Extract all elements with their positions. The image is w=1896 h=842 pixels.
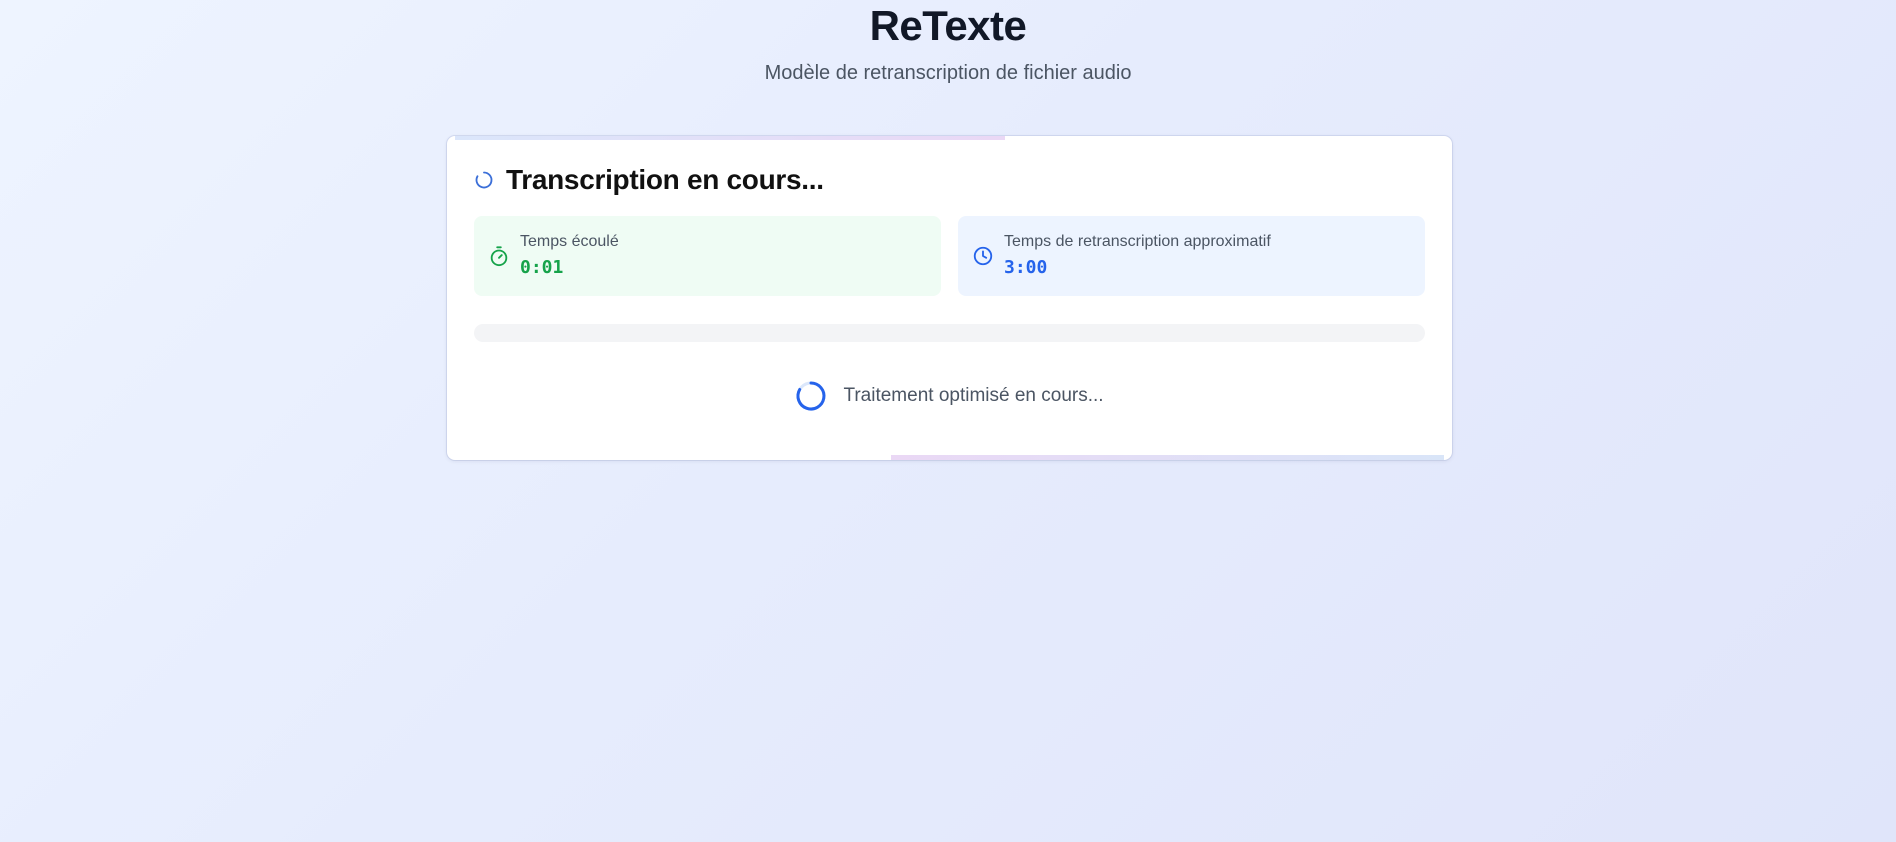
- card-accent-top: [455, 136, 1005, 140]
- clock-icon: [973, 246, 993, 266]
- app-subtitle: Modèle de retranscription de fichier aud…: [764, 62, 1132, 84]
- stopwatch-icon: [490, 246, 508, 267]
- processing-text: Traitement optimisé en cours...: [843, 385, 1104, 406]
- elapsed-time-panel: Temps écoulé 0:01: [474, 216, 941, 296]
- spinner-icon: [796, 381, 826, 411]
- elapsed-time-value: 0:01: [520, 256, 564, 278]
- app-title: ReTexte: [869, 2, 1027, 49]
- processing-status: Traitement optimisé en cours...: [447, 380, 1452, 412]
- estimated-time-label: Temps de retranscription approximatif: [1004, 232, 1271, 250]
- estimated-time-value: 3:00: [1004, 256, 1048, 278]
- transcription-card: Transcription en cours... Temps écoulé 0…: [447, 136, 1452, 460]
- card-header: Transcription en cours...: [474, 160, 824, 200]
- card-accent-bottom: [891, 455, 1444, 460]
- elapsed-time-label: Temps écoulé: [520, 232, 619, 250]
- estimated-time-panel: Temps de retranscription approximatif 3:…: [958, 216, 1425, 296]
- spinner-icon: [475, 171, 493, 189]
- card-title: Transcription en cours...: [506, 164, 824, 195]
- progress-bar: [474, 324, 1425, 342]
